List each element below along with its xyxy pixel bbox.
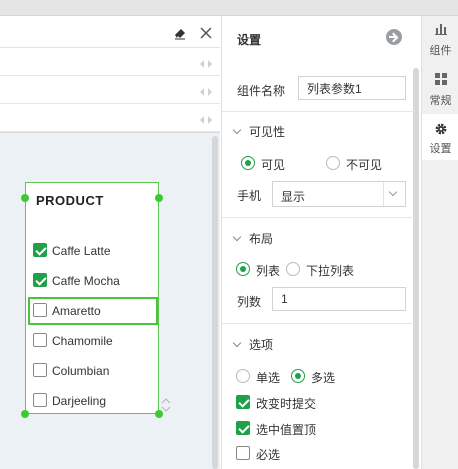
select-value: 显示 <box>281 190 306 204</box>
checkbox[interactable] <box>33 393 47 407</box>
rail-item-label: 设置 <box>429 143 452 155</box>
panel-title: 设置 <box>237 33 262 47</box>
arrow-right-circle-icon[interactable] <box>386 29 402 45</box>
left-right-arrows-icon[interactable] <box>198 58 214 70</box>
list-item-label: Amaretto <box>52 304 101 318</box>
grid-icon <box>435 73 447 85</box>
panel-scrollbar[interactable] <box>413 68 419 469</box>
multi-select-radio[interactable] <box>291 369 305 383</box>
section-title: 选项 <box>249 338 274 352</box>
side-rail: 组件 常规 设置 <box>421 16 458 469</box>
divider <box>222 323 415 324</box>
checkbox[interactable] <box>33 243 47 257</box>
options-section-header[interactable]: 选项 <box>232 336 274 353</box>
list-item[interactable]: Chamomile <box>28 327 158 355</box>
list-parameter-widget[interactable]: PRODUCT Caffe Latte Caffe Mocha Amaretto… <box>25 182 159 414</box>
pin-selected-label: 选中值置顶 <box>256 423 317 437</box>
list-item[interactable]: Amaretto <box>28 297 158 325</box>
list-item[interactable]: Darjeeling <box>28 387 158 415</box>
list-item-label: Caffe Latte <box>52 244 111 258</box>
divider <box>383 182 384 206</box>
rail-item-settings[interactable]: 设置 <box>422 114 458 160</box>
component-name-label: 组件名称 <box>237 84 286 98</box>
columns-input[interactable] <box>272 287 406 311</box>
canvas-scrollbar[interactable] <box>212 136 218 469</box>
chevron-down-icon <box>232 125 242 135</box>
visible-radio[interactable] <box>241 156 255 170</box>
section-title: 布局 <box>249 232 274 246</box>
resize-handle[interactable] <box>21 194 29 202</box>
parameter-row[interactable] <box>0 80 220 104</box>
top-bar <box>0 0 458 16</box>
eraser-icon[interactable] <box>172 25 188 41</box>
parameter-row[interactable] <box>0 52 220 76</box>
checkbox[interactable] <box>33 303 47 317</box>
up-down-arrows-icon[interactable] <box>161 398 171 412</box>
phone-display-select[interactable]: 显示 <box>272 181 406 207</box>
required-checkbox[interactable] <box>236 446 250 460</box>
list-item-label: Chamomile <box>52 334 113 348</box>
checkbox[interactable] <box>33 273 47 287</box>
phone-label: 手机 <box>237 189 262 203</box>
checkbox[interactable] <box>33 363 47 377</box>
list-label: 列表 <box>256 264 281 278</box>
resize-handle[interactable] <box>155 194 163 202</box>
settings-panel: 设置 组件名称 可见性 可见 不可见 手机 显示 布局 列表 下拉列表 列数 选… <box>221 16 421 469</box>
dropdown-label: 下拉列表 <box>306 264 355 278</box>
rail-item-general[interactable]: 常规 <box>422 66 458 112</box>
list-item-label: Caffe Mocha <box>52 274 120 288</box>
rail-item-label: 常规 <box>429 95 452 107</box>
chevron-down-icon <box>232 338 242 348</box>
left-right-arrows-icon[interactable] <box>198 114 214 126</box>
submit-on-change-checkbox[interactable] <box>236 395 250 409</box>
resize-handle[interactable] <box>21 410 29 418</box>
visible-label: 可见 <box>261 158 286 172</box>
list-item[interactable]: Caffe Mocha <box>28 267 158 295</box>
widget-title: PRODUCT <box>36 193 104 208</box>
close-icon[interactable] <box>198 25 214 41</box>
left-right-arrows-icon[interactable] <box>198 86 214 98</box>
parameter-row[interactable] <box>0 108 220 132</box>
layout-section-header[interactable]: 布局 <box>232 230 274 247</box>
gear-icon <box>435 123 447 135</box>
single-select-label: 单选 <box>256 371 281 385</box>
list-item-label: Darjeeling <box>52 394 107 408</box>
component-name-input[interactable] <box>298 76 406 100</box>
list-item-label: Columbian <box>52 364 110 378</box>
checkbox[interactable] <box>33 333 47 347</box>
dropdown-radio[interactable] <box>286 262 300 276</box>
pin-selected-checkbox[interactable] <box>236 421 250 435</box>
columns-label: 列数 <box>237 295 262 309</box>
editor-header <box>0 16 220 48</box>
rail-item-components[interactable]: 组件 <box>422 16 458 62</box>
list-radio[interactable] <box>236 262 250 276</box>
invisible-label: 不可见 <box>346 158 383 172</box>
list-item[interactable]: Caffe Latte <box>28 237 158 265</box>
divider <box>222 111 415 112</box>
submit-on-change-label: 改变时提交 <box>256 397 317 411</box>
invisible-radio[interactable] <box>326 156 340 170</box>
single-select-radio[interactable] <box>236 369 250 383</box>
chevron-down-icon <box>232 232 242 242</box>
bar-chart-icon <box>435 24 447 35</box>
list-item[interactable]: Columbian <box>28 357 158 385</box>
chevron-down-icon <box>388 187 398 197</box>
required-label: 必选 <box>256 448 281 462</box>
visibility-section-header[interactable]: 可见性 <box>232 123 286 140</box>
section-title: 可见性 <box>249 125 286 139</box>
multi-select-label: 多选 <box>311 371 336 385</box>
divider <box>222 217 415 218</box>
rail-item-label: 组件 <box>429 45 452 57</box>
